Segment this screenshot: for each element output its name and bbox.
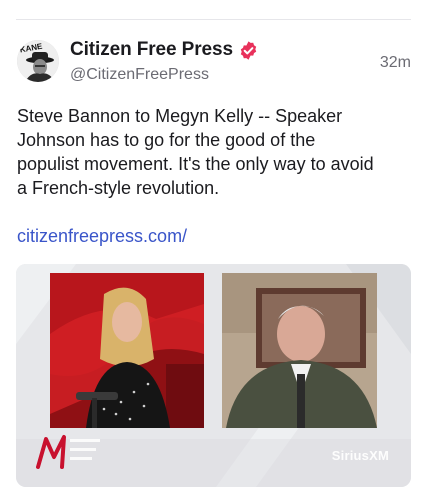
post-timestamp: 32m [379, 54, 411, 71]
post-text-line: a French-style revolution. [17, 178, 220, 198]
media-video-thumbnail[interactable]: SiriusXM [16, 264, 411, 487]
post-text-line: populist movement. It's the only way to … [17, 154, 374, 174]
left-video-panel [50, 273, 204, 428]
verified-badge-icon [240, 40, 257, 60]
siriusxm-watermark: SiriusXM [331, 448, 389, 463]
post-link[interactable]: citizenfreepress.com/ [17, 226, 187, 247]
post-card: KANE Citizen Free Press @CitizenFreePres… [0, 0, 427, 500]
post-text: Steve Bannon to Megyn Kelly -- Speaker J… [17, 104, 412, 200]
author-display-name[interactable]: Citizen Free Press [70, 39, 233, 61]
divider [16, 19, 411, 20]
show-logo-icon [36, 435, 100, 469]
avatar[interactable]: KANE [17, 40, 59, 82]
post-text-line: Johnson has to go for the good of the [17, 130, 316, 150]
name-row: Citizen Free Press [70, 37, 350, 63]
post-header: Citizen Free Press @CitizenFreePress [70, 37, 350, 84]
author-handle[interactable]: @CitizenFreePress [70, 66, 350, 84]
right-video-panel [222, 273, 377, 428]
avatar-image: KANE [17, 40, 59, 82]
post-text-line: Steve Bannon to Megyn Kelly -- Speaker [17, 106, 343, 126]
